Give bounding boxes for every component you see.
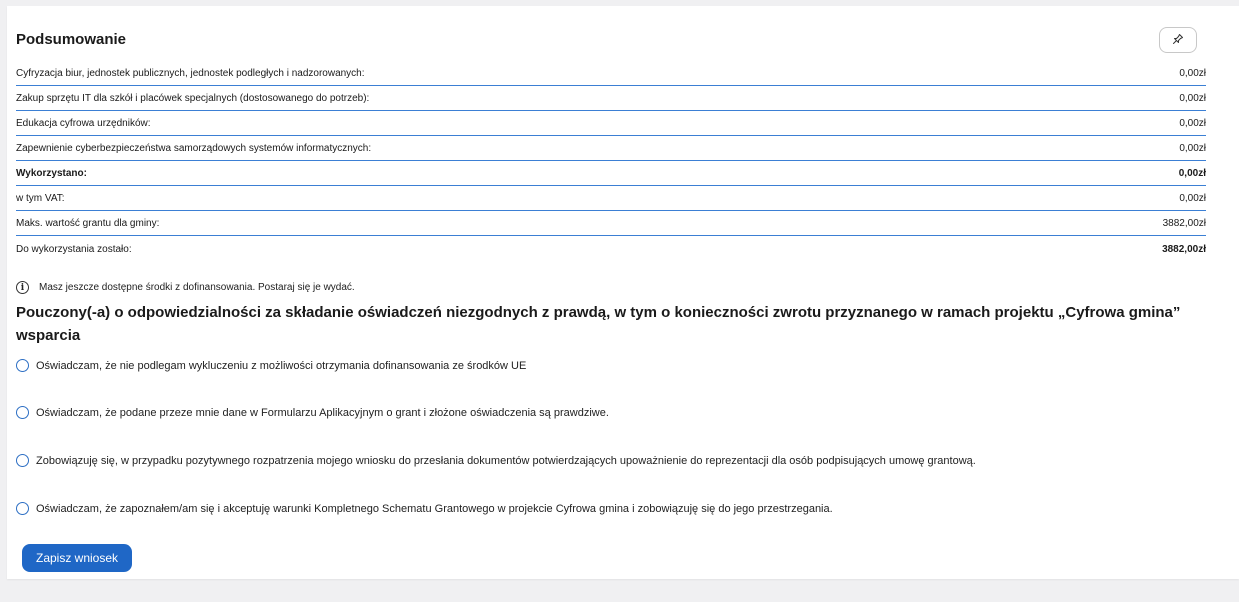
option-label: Oświadczam, że podane przeze mnie dane w…: [36, 406, 609, 419]
radio-button[interactable]: [16, 406, 29, 419]
info-icon: i: [16, 281, 29, 294]
save-application-button[interactable]: Zapisz wniosek: [22, 544, 133, 572]
radio-button[interactable]: [16, 359, 29, 372]
funds-info-message: i Masz jeszcze dostępne środki z dofinan…: [16, 281, 355, 294]
declaration-option-4[interactable]: Oświadczam, że zapoznałem/am się i akcep…: [16, 502, 833, 515]
row-value: 0,00zł: [1179, 143, 1206, 154]
pin-icon: [1172, 33, 1184, 48]
summary-card: Podsumowanie Cyfryzacja biur, jednostek …: [7, 6, 1239, 579]
row-value: 0,00zł: [1179, 68, 1206, 79]
option-label: Oświadczam, że nie podlegam wykluczeniu …: [36, 359, 527, 372]
option-label: Zobowiązuję się, w przypadku pozytywnego…: [36, 454, 976, 467]
summary-row: Zapewnienie cyberbezpieczeństwa samorząd…: [16, 136, 1206, 161]
row-label: Maks. wartość grantu dla gminy:: [16, 218, 160, 229]
summary-row: Zakup sprzętu IT dla szkół i placówek sp…: [16, 86, 1206, 111]
summary-row-used: Wykorzystano: 0,00zł: [16, 161, 1206, 186]
row-label: w tym VAT:: [16, 193, 65, 204]
option-label: Oświadczam, że zapoznałem/am się i akcep…: [36, 502, 833, 515]
row-value: 0,00zł: [1179, 118, 1206, 129]
pin-button[interactable]: [1159, 27, 1197, 53]
summary-table: Cyfryzacja biur, jednostek publicznych, …: [16, 61, 1206, 261]
row-value: 0,00zł: [1178, 168, 1206, 179]
row-value: 3882,00zł: [1162, 243, 1206, 255]
declaration-heading: Pouczony(-a) o odpowiedzialności za skła…: [16, 304, 1181, 344]
summary-title: Podsumowanie: [16, 31, 127, 48]
summary-row-remaining: Do wykorzystania zostało: 3882,00zł: [16, 236, 1206, 261]
row-label: Edukacja cyfrowa urzędników:: [16, 118, 151, 129]
row-value: 0,00zł: [1179, 193, 1206, 204]
summary-row: Cyfryzacja biur, jednostek publicznych, …: [16, 61, 1206, 86]
row-value: 3882,00zł: [1162, 218, 1206, 229]
summary-row-vat: w tym VAT: 0,00zł: [16, 186, 1206, 211]
row-label: Zakup sprzętu IT dla szkół i placówek sp…: [16, 93, 370, 104]
radio-button[interactable]: [16, 502, 29, 515]
row-label: Zapewnienie cyberbezpieczeństwa samorząd…: [16, 143, 372, 154]
radio-button[interactable]: [16, 454, 29, 467]
summary-row-max-grant: Maks. wartość grantu dla gminy: 3882,00z…: [16, 211, 1206, 236]
declaration-option-3[interactable]: Zobowiązuję się, w przypadku pozytywnego…: [16, 454, 976, 467]
declaration-option-2[interactable]: Oświadczam, że podane przeze mnie dane w…: [16, 406, 609, 419]
info-text: Masz jeszcze dostępne środki z dofinanso…: [39, 282, 355, 293]
row-label: Do wykorzystania zostało:: [16, 243, 132, 255]
row-label: Cyfryzacja biur, jednostek publicznych, …: [16, 68, 365, 79]
row-value: 0,00zł: [1179, 93, 1206, 104]
summary-row: Edukacja cyfrowa urzędników: 0,00zł: [16, 111, 1206, 136]
row-label: Wykorzystano:: [16, 168, 87, 179]
declaration-option-1[interactable]: Oświadczam, że nie podlegam wykluczeniu …: [16, 359, 526, 372]
